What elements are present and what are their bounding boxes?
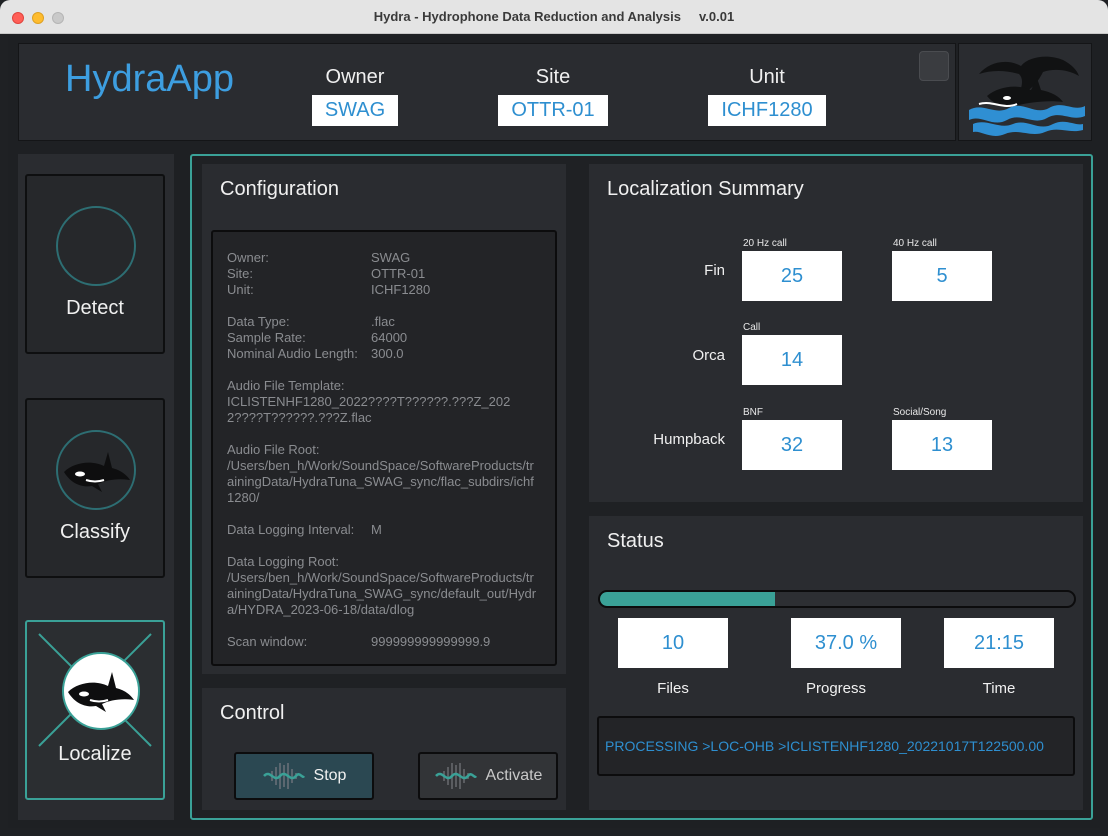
cfg-srate-key: Sample Rate: [227, 330, 306, 345]
app-body: HydraApp Owner SWAG Site OTTR-01 Unit IC… [8, 36, 1100, 828]
cfg-template-value: ICLISTENHF1280_2022????T??????.???Z_2022… [227, 394, 511, 425]
site-value: OTTR-01 [498, 95, 608, 126]
fin-20hz-value: 25 [742, 251, 842, 301]
orca-call-sublabel: Call [743, 322, 761, 333]
cfg-interval-value: M [371, 522, 382, 537]
cfg-unit-value: ICHF1280 [371, 282, 431, 297]
localize-button[interactable]: Localize [25, 620, 165, 800]
detect-label: Detect [66, 297, 124, 319]
stop-button[interactable]: Stop [234, 752, 374, 800]
owner-group: Owner SWAG [307, 66, 403, 126]
humpback-label: Humpback [653, 431, 725, 448]
configuration-title: Configuration [220, 178, 339, 200]
header-square-button[interactable] [919, 51, 949, 81]
time-value: 21:15 [944, 618, 1054, 668]
progress-value: 37.0 % [791, 618, 901, 668]
cfg-logroot-key: Data Logging Root: [227, 554, 340, 569]
cfg-scan-value: 999999999999999.9 [371, 634, 491, 649]
files-label: Files [657, 680, 689, 697]
cfg-unit-key: Unit: [227, 282, 254, 297]
whale-logo-icon [969, 56, 1085, 136]
cfg-logroot-value: /Users/ben_h/Work/SoundSpace/SoftwarePro… [227, 570, 537, 617]
activate-label: Activate [485, 767, 543, 784]
site-group: Site OTTR-01 [495, 66, 611, 126]
status-panel: Status 10 Files 37.0 % Progress 21:15 Ti… [589, 516, 1083, 810]
status-title: Status [607, 530, 664, 552]
classify-orca-icon [56, 430, 136, 510]
main-panel: Configuration Owner: SWAG Site: OTTR-01 Un… [190, 154, 1093, 820]
processing-log: PROCESSING >LOC-OHB >ICLISTENHF1280_2022… [597, 716, 1075, 776]
cfg-owner-value: SWAG [371, 250, 411, 265]
classify-label: Classify [59, 521, 130, 543]
classify-button[interactable]: Classify [25, 398, 165, 578]
cfg-site-value: OTTR-01 [371, 266, 426, 281]
cfg-root-value: /Users/ben_h/Work/SoundSpace/SoftwarePro… [227, 458, 534, 505]
cfg-scan-key: Scan window: [227, 634, 308, 649]
fin-20hz-sublabel: 20 Hz call [743, 238, 787, 249]
owner-value: SWAG [311, 95, 399, 126]
cfg-site-key: Site: [227, 266, 254, 281]
cfg-interval-key: Data Logging Interval: [227, 522, 355, 537]
humpback-bnf-sublabel: BNF [743, 407, 763, 418]
waveform-icon [262, 763, 305, 789]
humpback-song-sublabel: Social/Song [893, 407, 947, 418]
unit-group: Unit ICHF1280 [705, 66, 829, 126]
cfg-srate-value: 64000 [371, 330, 408, 345]
window-title: Hydra - Hydrophone Data Reduction and An… [373, 9, 735, 24]
localize-orca-icon [62, 652, 140, 730]
configuration-panel: Configuration Owner: SWAG Site: OTTR-01 Un… [202, 164, 566, 674]
localization-summary-title: Localization Summary [607, 178, 804, 200]
activate-button[interactable]: Activate [418, 752, 558, 800]
site-label: Site [535, 66, 571, 88]
header-bar: HydraApp Owner SWAG Site OTTR-01 Unit IC… [18, 43, 956, 141]
humpback-song-value: 13 [892, 420, 992, 470]
window-titlebar: Hydra - Hydrophone Data Reduction and An… [0, 0, 1108, 34]
detect-button[interactable]: Detect [25, 174, 165, 354]
unit-value: ICHF1280 [708, 95, 826, 126]
app-name: HydraApp [65, 58, 234, 100]
fin-label: Fin [704, 262, 725, 279]
unit-label: Unit [749, 66, 785, 88]
localize-label: Localize [58, 743, 132, 765]
fin-40hz-sublabel: 40 Hz call [893, 238, 937, 249]
cfg-dtype-key: Data Type: [227, 314, 290, 329]
cfg-template-key: Audio File Template: [227, 378, 345, 393]
owner-label: Owner [325, 66, 385, 88]
cfg-alen-key: Nominal Audio Length: [227, 346, 358, 361]
fin-40hz-value: 5 [892, 251, 992, 301]
humpback-bnf-value: 32 [742, 420, 842, 470]
control-title: Control [220, 702, 285, 724]
sidebar: Detect Classify Localize [18, 154, 174, 820]
localization-summary-panel: Localization Summary Fin 20 Hz call 25 4… [589, 164, 1083, 502]
cfg-dtype-value: .flac [371, 314, 395, 329]
waveform-icon [434, 763, 477, 789]
time-label: Time [982, 680, 1016, 697]
configuration-details: Owner: SWAG Site: OTTR-01 Unit: ICHF1280 Da… [211, 230, 557, 666]
app-logo [958, 43, 1092, 141]
progress-bar [598, 590, 1076, 608]
cfg-alen-value: 300.0 [371, 346, 404, 361]
control-panel: Control Stop Activate [202, 688, 566, 810]
files-value: 10 [618, 618, 728, 668]
progress-bar-fill [600, 592, 776, 606]
cfg-root-key: Audio File Root: [227, 442, 320, 457]
progress-label: Progress [805, 680, 867, 697]
cfg-owner-key: Owner: [227, 250, 269, 265]
detect-circle-icon [56, 206, 136, 286]
orca-label: Orca [692, 347, 725, 364]
stop-label: Stop [313, 767, 347, 784]
orca-call-value: 14 [742, 335, 842, 385]
